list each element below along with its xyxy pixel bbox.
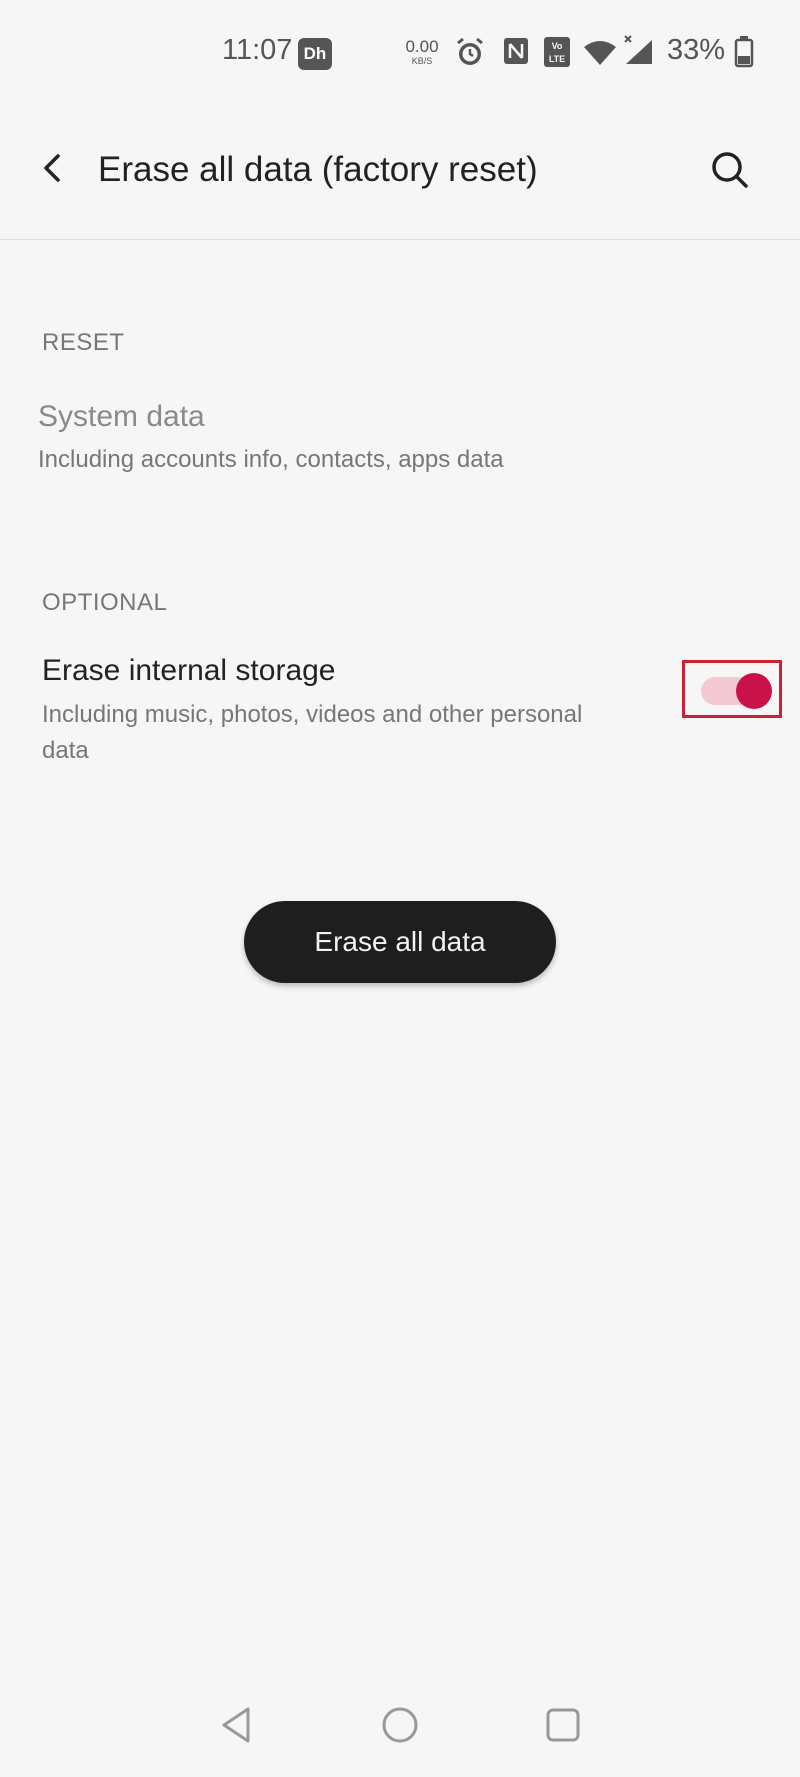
- battery-icon: [734, 36, 754, 73]
- wifi-icon: [583, 40, 617, 71]
- nfc-icon: [502, 36, 530, 71]
- battery-percent: 33%: [667, 34, 726, 66]
- system-data-summary: Including accounts info, contacts, apps …: [38, 446, 504, 473]
- back-arrow-icon: [44, 154, 60, 182]
- page-title: Erase all data (factory reset): [98, 150, 538, 189]
- system-data-item: System data Including accounts info, con…: [0, 390, 800, 500]
- erase-all-data-button[interactable]: Erase all data: [244, 901, 556, 983]
- nav-recents-button[interactable]: [541, 1703, 585, 1747]
- search-button[interactable]: [706, 146, 754, 194]
- network-speed: 0.00 KB/S: [402, 38, 442, 66]
- system-data-title: System data: [38, 400, 205, 433]
- section-header-optional: OPTIONAL: [42, 589, 168, 616]
- toggle-thumb: [736, 673, 772, 709]
- nav-recents-icon: [546, 1708, 580, 1742]
- status-time: 11:07: [222, 34, 293, 66]
- network-speed-value: 0.00: [405, 37, 439, 56]
- erase-internal-storage-summary-line2: data: [42, 737, 89, 764]
- search-icon: [712, 152, 748, 188]
- network-speed-unit: KB/S: [411, 56, 433, 66]
- erase-internal-storage-title: Erase internal storage: [42, 654, 336, 687]
- erase-internal-storage-item[interactable]: Erase internal storage Including music, …: [0, 645, 800, 775]
- dh-badge-icon: Dh: [298, 38, 332, 70]
- erase-internal-storage-summary-line1: Including music, photos, videos and othe…: [42, 701, 583, 728]
- svg-text:Vo: Vo: [552, 41, 563, 51]
- nav-home-icon: [382, 1707, 418, 1743]
- back-button[interactable]: [32, 146, 76, 190]
- app-bar: Erase all data (factory reset): [0, 100, 800, 240]
- signal-icon: [622, 34, 656, 71]
- nav-back-button[interactable]: [216, 1703, 260, 1747]
- status-bar: 11:07 Dh 0.00 KB/S Vo LTE 33%: [0, 0, 800, 100]
- svg-text:LTE: LTE: [549, 54, 565, 64]
- erase-internal-storage-toggle[interactable]: [682, 660, 782, 718]
- alarm-icon: [455, 36, 485, 73]
- section-header-reset: RESET: [42, 329, 125, 356]
- nav-back-icon: [222, 1707, 250, 1743]
- volte-icon: Vo LTE: [543, 36, 571, 73]
- nav-home-button[interactable]: [378, 1703, 422, 1747]
